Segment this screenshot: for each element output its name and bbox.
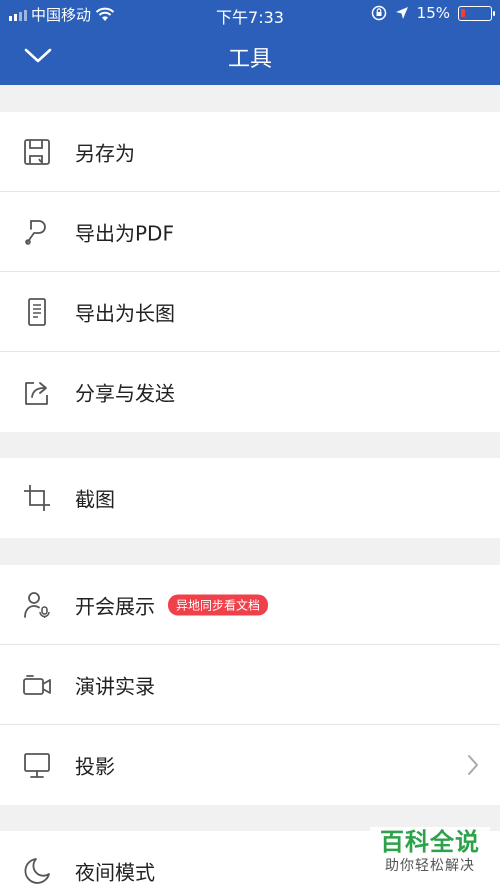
- moon-icon: [24, 858, 50, 884]
- menu-item-export-long-image[interactable]: 导出为长图: [0, 272, 500, 352]
- menu-item-label: 截图: [75, 487, 115, 512]
- menu-item-label: 分享与发送: [75, 381, 175, 406]
- menu-item-label: 夜间模式: [75, 860, 155, 885]
- menu-item-label: 开会展示: [75, 594, 155, 618]
- menu-item-label: 另存为: [75, 141, 135, 165]
- menu-item-meeting-present[interactable]: 开会展示 异地同步看文档: [0, 565, 500, 645]
- status-bar: 中国移动 下午7:33 15%: [0, 0, 500, 28]
- watermark-title: 百科全说: [380, 828, 480, 856]
- nav-bar: 工具: [0, 28, 500, 85]
- watermark-logo: 百科全说 助你轻松解决: [370, 827, 490, 883]
- menu-item-label: 导出为长图: [75, 301, 175, 325]
- menu-item-share-send[interactable]: 分享与发送: [0, 352, 500, 432]
- menu-item-export-pdf[interactable]: 导出为PDF: [0, 192, 500, 272]
- battery-percent: 15%: [416, 4, 450, 22]
- menu-group-screenshot: 截图: [0, 458, 500, 538]
- meeting-icon: [24, 591, 50, 618]
- chevron-right-icon: [468, 755, 478, 775]
- menu-item-save-as[interactable]: 另存为: [0, 112, 500, 192]
- video-record-icon: [23, 674, 51, 695]
- menu-item-label: 导出为PDF: [75, 221, 174, 245]
- location-icon: [395, 7, 408, 19]
- save-icon: [24, 138, 50, 165]
- page-title: 工具: [227, 47, 272, 72]
- battery-icon: [458, 5, 495, 21]
- pdf-icon: [25, 219, 46, 245]
- menu-item-speech-record[interactable]: 演讲实录: [0, 645, 500, 725]
- menu-item-screenshot[interactable]: 截图: [0, 458, 500, 538]
- menu-group-present: 开会展示 异地同步看文档 演讲实录 投影: [0, 565, 500, 805]
- crop-icon: [24, 485, 50, 511]
- projection-icon: [24, 753, 50, 778]
- menu-item-projection[interactable]: 投影: [0, 725, 500, 805]
- menu-item-label: 演讲实录: [75, 674, 155, 698]
- app-header: 中国移动 下午7:33 15% 工具: [0, 0, 500, 85]
- share-icon: [25, 382, 48, 405]
- menu-group-export: 另存为 导出为PDF 导出为长图 分享与发送: [0, 112, 500, 432]
- feature-badge: 异地同步看文档: [168, 594, 269, 615]
- orientation-lock-icon: [371, 5, 386, 21]
- watermark-subtitle: 助你轻松解决: [385, 858, 475, 874]
- menu-item-label: 投影: [75, 754, 115, 779]
- long-image-icon: [28, 297, 46, 326]
